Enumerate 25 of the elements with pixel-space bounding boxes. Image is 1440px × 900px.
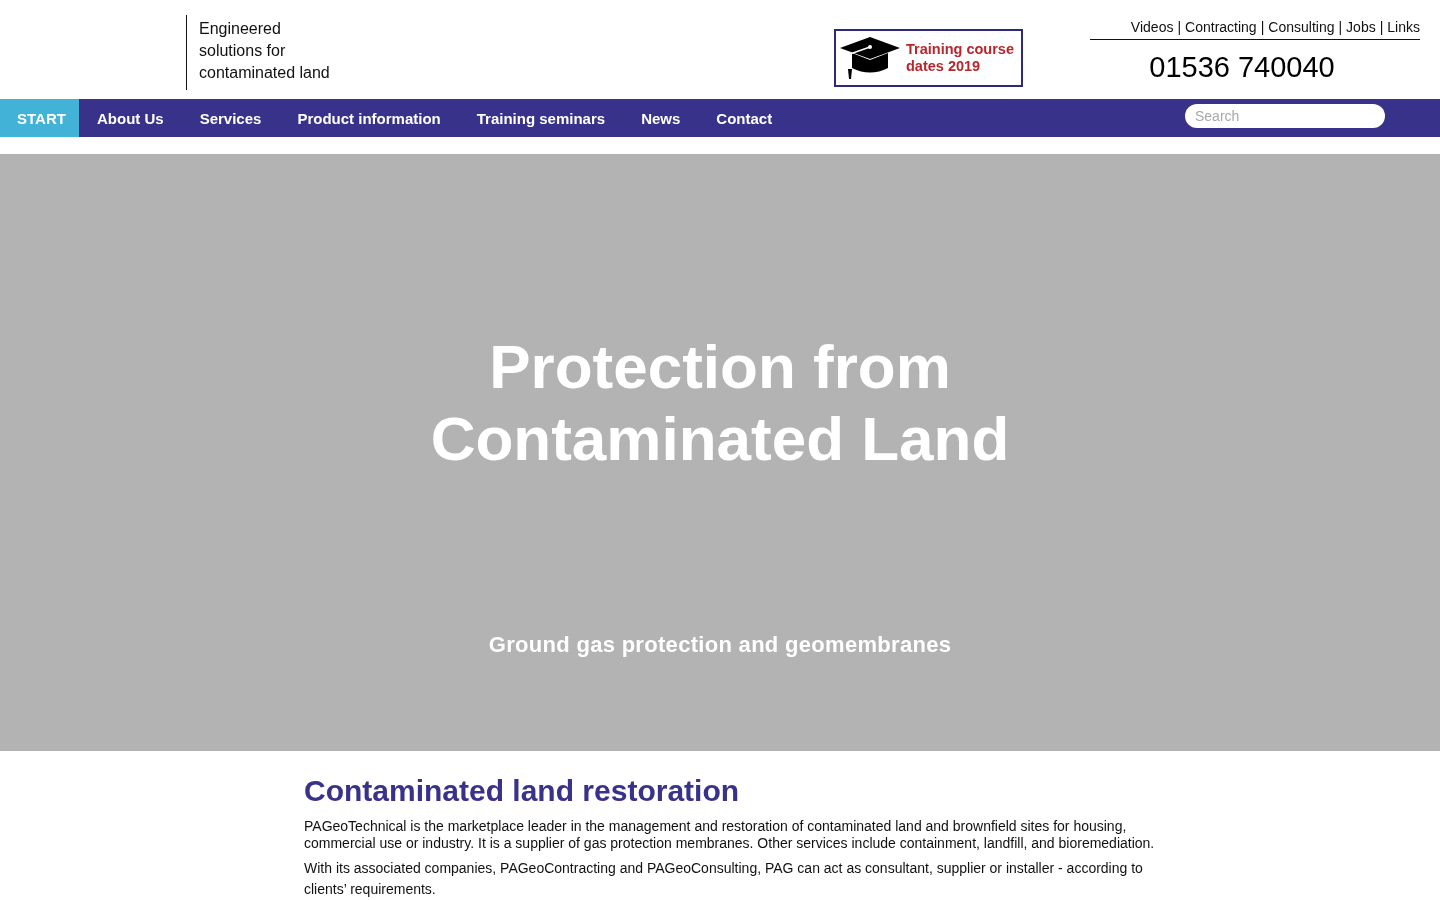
- section-heading: Contaminated land restoration: [304, 773, 741, 809]
- nav-item[interactable]: Training seminars: [458, 99, 624, 137]
- hero-title: Protection from Contaminated Land: [429, 331, 1011, 475]
- training-dates-banner[interactable]: Training course dates 2019: [834, 29, 1023, 87]
- top-link[interactable]: Jobs: [1346, 18, 1376, 36]
- link-separator: |: [1260, 18, 1265, 36]
- nav-item[interactable]: Contact: [698, 99, 791, 137]
- nav-item[interactable]: Services: [181, 99, 280, 137]
- body-paragraph: PAGeoTechnical is the marketplace leader in the management and restoration of contaminated land and brownfield sites for housing, commercial use or industry. It is a supplier of gas protection membranes. Other services include containment, landfill, and bioremediation.: [304, 818, 1156, 852]
- search-field[interactable]: Search: [1185, 104, 1385, 129]
- top-link[interactable]: Consulting: [1268, 18, 1335, 36]
- graduation-cap-icon: [838, 35, 902, 81]
- nav-item[interactable]: Product information: [279, 99, 459, 137]
- top-link[interactable]: Videos: [1130, 18, 1174, 36]
- hero-subtitle: Ground gas protection and geomembranes: [488, 632, 952, 658]
- link-separator: |: [1338, 18, 1343, 36]
- tagline: Engineered solutions for contaminated land: [186, 15, 336, 90]
- body-paragraph: With its associated companies, PAGeoContracting and PAGeoConsulting, PAG can act as consultant, supplier or installer - according to clients’ requirements.: [304, 859, 1144, 899]
- nav-item[interactable]: About Us: [79, 99, 182, 137]
- phone-number: 01536 740040: [1149, 50, 1335, 84]
- top-link[interactable]: Links: [1387, 18, 1420, 36]
- nav-item[interactable]: News: [623, 99, 699, 137]
- link-separator: |: [1177, 18, 1182, 36]
- top-link[interactable]: Contracting: [1185, 18, 1257, 36]
- link-separator: |: [1379, 18, 1384, 36]
